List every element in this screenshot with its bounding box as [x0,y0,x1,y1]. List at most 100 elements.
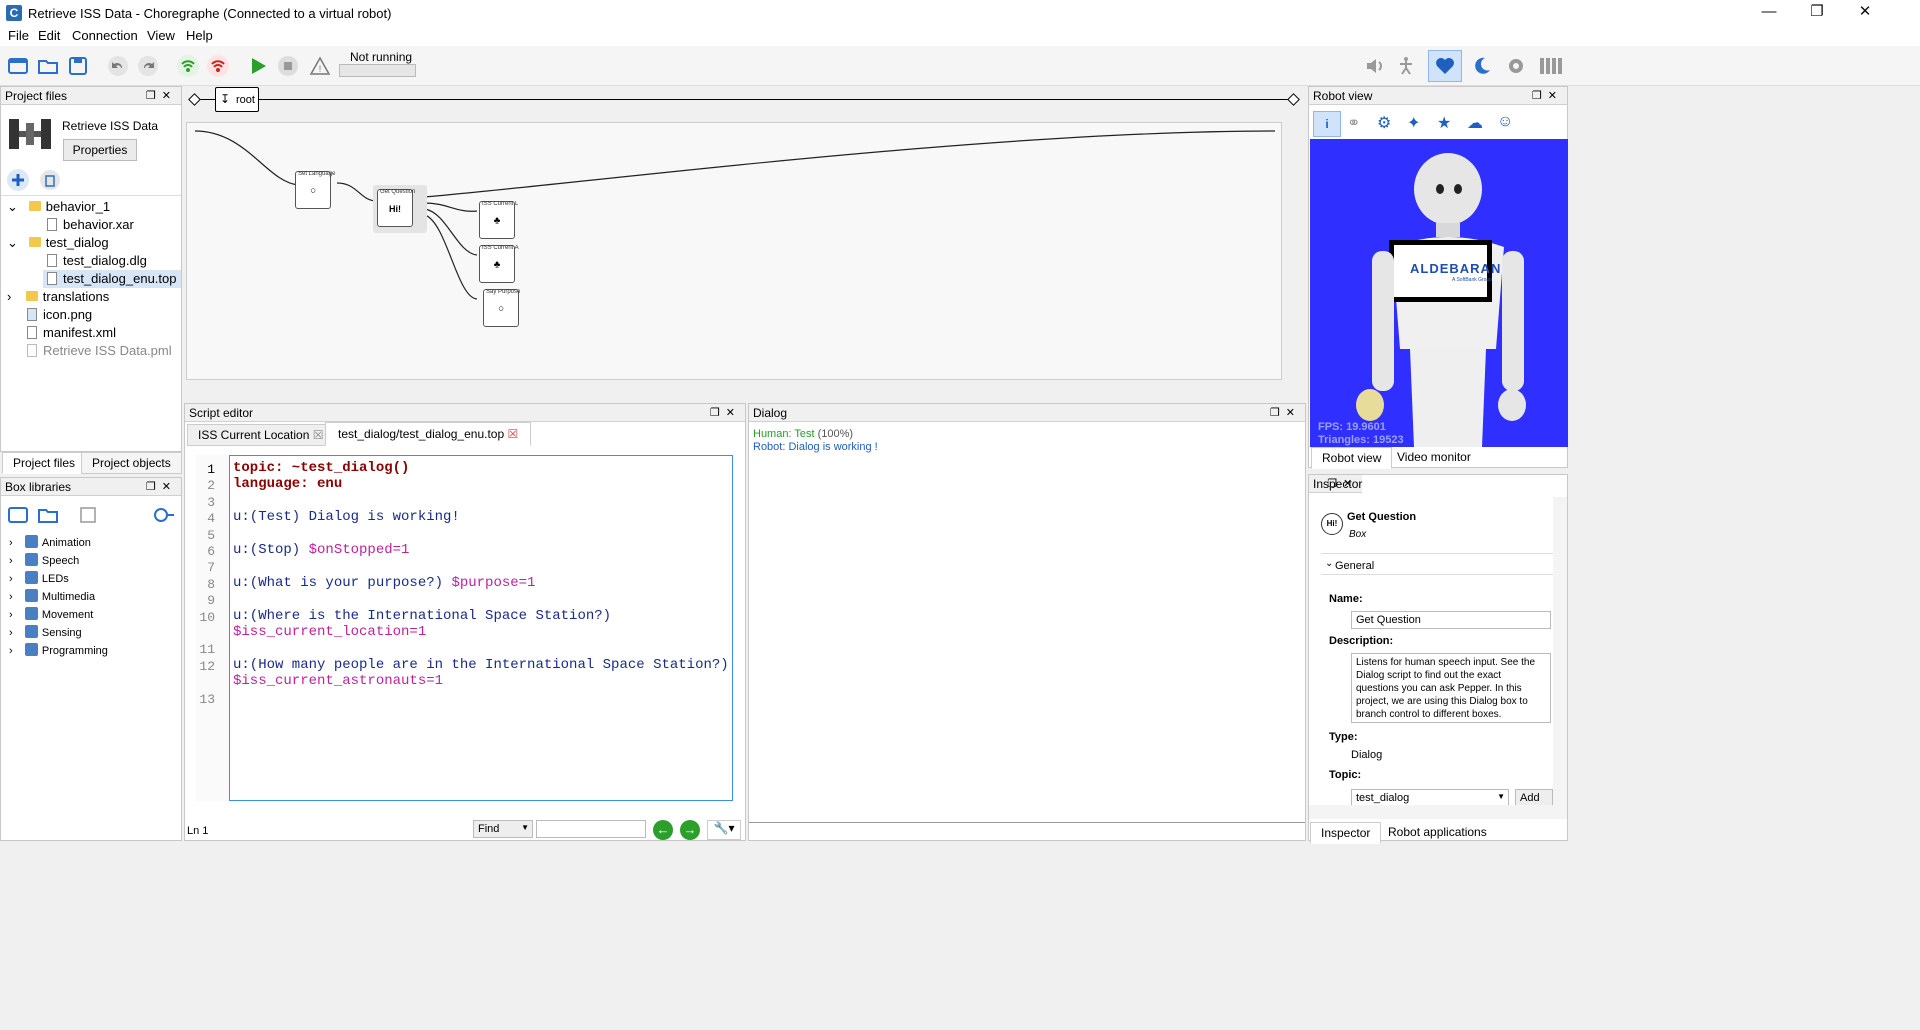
python-icon: ♣ [493,215,501,227]
heart-icon[interactable] [1433,54,1457,78]
save-project-icon[interactable] [66,54,90,78]
maximize-button[interactable]: ❐ [1794,0,1840,26]
tree-item-test-dialog[interactable]: ⌄ test_dialog [7,235,109,251]
panel-controls[interactable]: ❐✕ [710,404,741,422]
library-item-sensing[interactable]: › Sensing [9,625,82,639]
find-input[interactable] [536,820,646,838]
panel-controls[interactable]: ❐✕ [1270,404,1301,422]
joints-icon[interactable]: ⚭ [1347,113,1360,133]
tab-close-icon[interactable]: ☒ [507,427,518,441]
flow-box-say-purpose[interactable]: Say Purpose ○ [483,289,520,327]
chevron-down-icon: ▼ [521,823,529,832]
panel-controls[interactable]: ❐✕ [146,87,177,105]
flow-box-iss-current-location[interactable]: ISS Current L ♣ [479,201,518,239]
tree-item-behavior-1[interactable]: ⌄ behavior_1 [7,199,110,215]
dialog-title: Dialog [753,406,788,420]
library-label: Sensing [41,627,82,639]
find-next-icon[interactable]: → [680,820,700,840]
library-item-programming[interactable]: › Programming [9,643,108,657]
flow-box-iss-current-astronauts[interactable]: ISS Current A ♣ [479,245,519,283]
volume-icon[interactable] [1363,54,1387,78]
motion-icon[interactable]: ⚙ [1377,113,1391,133]
tree-item-translations[interactable]: › translations [7,289,109,304]
face-icon[interactable]: ☺ [1497,113,1513,131]
tree-item-behavior-xar[interactable]: behavior.xar [47,217,134,232]
library-item-animation[interactable]: › Animation [9,535,91,549]
line-number: 11 [199,642,215,658]
menu-help[interactable]: Help [186,28,213,43]
undo-icon[interactable] [106,54,130,78]
stop-icon[interactable] [276,54,300,78]
sensors-icon[interactable]: ✦ [1407,113,1420,133]
inspector-scrollbar[interactable] [1553,497,1567,805]
play-icon[interactable] [246,54,270,78]
tab-robot-view[interactable]: Robot view [1311,447,1393,469]
properties-button[interactable]: Properties [63,139,137,161]
description-textarea[interactable]: Listens for human speech input. See the … [1351,653,1551,723]
tree-item-manifest[interactable]: manifest.xml [27,325,116,340]
find-select[interactable]: Find ▼ [473,820,533,838]
menu-connection[interactable]: Connection [72,28,138,43]
new-project-icon[interactable] [6,54,30,78]
close-button[interactable]: ✕ [1842,0,1888,26]
library-save-icon[interactable] [77,504,99,526]
menu-file[interactable]: File [8,28,29,43]
menu-view[interactable]: View [147,28,175,43]
library-item-speech[interactable]: › Speech [9,553,79,567]
minimize-button[interactable]: — [1746,0,1792,26]
flow-canvas[interactable]: Set Language ○ Get Question Hi! ISS Curren… [186,122,1282,380]
tab-robot-applications[interactable]: Robot applications [1378,822,1497,842]
tree-label: test_dialog_enu.top [63,271,177,286]
fps-readout: FPS: 19.9601 [1318,421,1386,433]
library-search-icon[interactable] [151,504,175,526]
flow-box-set-language[interactable]: Set Language ○ [295,171,335,209]
tab-inspector[interactable]: Inspector [1310,822,1382,844]
tab-video-monitor[interactable]: Video monitor [1387,447,1481,467]
tab-close-icon[interactable]: ☒ [313,428,324,442]
library-item-leds[interactable]: › LEDs [9,571,69,585]
open-project-icon[interactable] [36,54,60,78]
tree-item-icon-png[interactable]: icon.png [27,307,92,322]
flow-box-get-question[interactable]: Get Question Hi! [377,189,415,227]
find-previous-icon[interactable]: ← [653,820,673,840]
debug-warning-icon[interactable]: ! [308,54,332,78]
leds-icon[interactable]: ★ [1437,113,1451,133]
dialog-input[interactable] [749,822,1305,840]
name-input[interactable]: Get Question [1351,611,1551,629]
new-library-icon[interactable] [7,504,29,526]
battery-icon [1538,54,1562,78]
disconnect-icon[interactable] [206,54,230,78]
robot-view-header: Robot view ❐✕ [1309,87,1567,105]
library-item-movement[interactable]: › Movement [9,607,93,621]
autonomous-life-icon[interactable] [1394,54,1418,78]
tab-test-dialog-enu-top[interactable]: test_dialog/test_dialog_enu.top ☒ [325,422,532,446]
tree-item-test-dialog-dlg[interactable]: test_dialog.dlg [47,253,147,268]
cloud-icon[interactable]: ☁ [1467,113,1483,133]
open-library-icon[interactable] [37,504,59,526]
connect-icon[interactable] [176,54,200,78]
folder-icon [25,291,38,301]
settings-gear-icon[interactable] [1504,54,1528,78]
general-section-toggle[interactable]: ⌄ General [1321,553,1553,575]
library-item-multimedia[interactable]: › Multimedia [9,589,95,603]
tree-item-pml[interactable]: Retrieve ISS Data.pml [27,343,172,358]
tab-project-files[interactable]: Project files [2,452,87,474]
delete-trash-icon[interactable] [39,169,61,191]
menu-edit[interactable]: Edit [38,28,60,43]
robot-3d-viewport[interactable]: ALDEBARAN A SoftBank Group FPS: 19.9601 … [1310,139,1568,447]
panel-controls[interactable]: ❐✕ [1532,87,1563,105]
panel-controls[interactable]: ❐✕ [1327,475,1358,493]
python-icon: ♣ [493,259,501,271]
tab-project-objects[interactable]: Project objects [81,452,182,474]
root-breadcrumb[interactable]: ↧ root [215,87,259,112]
editor-tools-wrench-icon[interactable]: 🔧▾ [707,820,741,840]
tree-item-test-dialog-enu-top[interactable]: test_dialog_enu.top [43,270,181,288]
panel-controls[interactable]: ❐✕ [146,478,177,496]
rest-moon-icon[interactable] [1470,54,1494,78]
tab-iss-current-location[interactable]: ISS Current Location ☒ [187,424,335,446]
redo-icon[interactable] [136,54,160,78]
script-editor-title: Script editor [189,406,254,420]
info-icon[interactable]: i [1313,111,1341,137]
add-icon[interactable] [7,169,29,191]
inspector-hscrollbar[interactable] [1309,805,1567,819]
